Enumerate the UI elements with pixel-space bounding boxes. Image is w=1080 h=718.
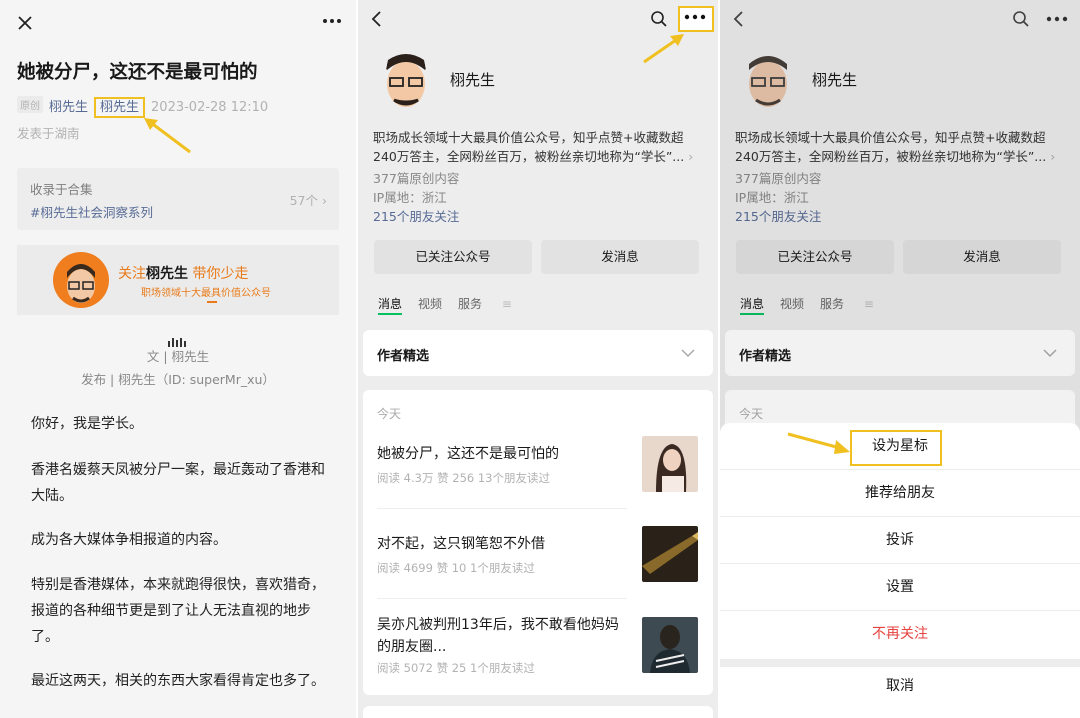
original-count: 377篇原创内容 xyxy=(373,171,460,186)
author-link[interactable]: 栩先生 xyxy=(49,100,88,115)
action-sheet-panel: 栩先生 职场成长领域十大最具价值公众号，知乎点赞+收藏数超 240万答主，全网粉丝… xyxy=(720,0,1080,718)
article-list: 今天 她被分尸，这还不是最可怕的 阅读 4.3万 赞 256 13个朋友读过 对… xyxy=(363,390,713,695)
article-title[interactable]: 吴亦凡被判刑13年后，我不敢看他妈妈的朋友圈... xyxy=(377,614,627,658)
more-icon[interactable] xyxy=(322,18,342,24)
divider xyxy=(377,598,627,599)
banner-headline: 关注栩先生 带你少走 xyxy=(118,266,249,282)
article-stats: 阅读 5072 赞 25 1个朋友读过 xyxy=(377,661,535,675)
paragraph: 最近这两天，相关的东西大家看得肯定也多了。 xyxy=(31,673,325,689)
divider xyxy=(207,301,217,303)
banner-subtitle: 职场领域十大最具价值公众号 xyxy=(141,288,271,299)
more-icon[interactable] xyxy=(684,14,706,20)
featured-card[interactable]: 作者精选 xyxy=(363,330,713,376)
cancel-button[interactable]: 取消 xyxy=(720,663,1080,709)
collection-count: 57个 › xyxy=(289,193,327,208)
close-icon[interactable] xyxy=(17,15,33,31)
account-name: 栩先生 xyxy=(450,71,496,89)
tab-messages[interactable]: 消息 xyxy=(378,297,403,315)
featured-title: 作者精选 xyxy=(377,349,430,364)
divider xyxy=(377,508,627,509)
account-name-link[interactable]: 栩先生 xyxy=(94,97,146,118)
date-header: 今天 xyxy=(377,407,402,421)
byline-publish: 发布 | 栩先生（ID: superMr_xu） xyxy=(81,372,275,387)
follow-banner: 关注栩先生 带你少走 职场领域十大最具价值公众号 xyxy=(17,245,339,315)
report-option[interactable]: 投诉 xyxy=(720,517,1080,564)
profile-tabs: 消息 视频 服务 ≡ xyxy=(378,295,544,315)
tab-services[interactable]: 服务 ≡ xyxy=(458,297,528,311)
article-stats: 阅读 4699 赞 10 1个朋友读过 xyxy=(377,561,535,575)
article-thumbnail[interactable] xyxy=(642,436,698,492)
avatar xyxy=(53,252,109,308)
article-meta: 原创 栩先生 栩先生 2023-02-28 12:10 xyxy=(17,96,269,118)
publish-location: 发表于湖南 xyxy=(17,126,80,141)
profile-panel: 栩先生 职场成长领域十大最具价值公众号，知乎点赞+收藏数超 240万答主，全网粉丝… xyxy=(358,0,718,718)
tab-videos[interactable]: 视频 xyxy=(418,297,442,311)
article-thumbnail[interactable] xyxy=(642,526,698,582)
followed-button[interactable]: 已关注公众号 xyxy=(374,240,532,274)
settings-option[interactable]: 设置 xyxy=(720,564,1080,611)
unfollow-option[interactable]: 不再关注 xyxy=(720,611,1080,657)
chevron-down-icon xyxy=(681,349,695,358)
message-button[interactable]: 发消息 xyxy=(541,240,699,274)
audio-bars-icon xyxy=(168,328,188,347)
recommend-option[interactable]: 推荐给朋友 xyxy=(720,470,1080,517)
article-title: 她被分尸，这还不是最可怕的 xyxy=(17,62,258,83)
chevron-right-icon: › xyxy=(688,149,694,164)
collection-name: #栩先生社会洞察系列 xyxy=(30,205,153,220)
paragraph: 香港名媛蔡天凤被分尸一案，最近轰动了香港和大陆。 xyxy=(31,462,325,504)
highlight-box xyxy=(850,430,942,466)
article-panel: 她被分尸，这还不是最可怕的 原创 栩先生 栩先生 2023-02-28 12:10 发… xyxy=(0,0,356,718)
search-icon[interactable] xyxy=(650,10,668,28)
annotation-arrow xyxy=(787,432,850,454)
paragraph: 你好，我是学长。 xyxy=(31,416,143,432)
collection-label: 收录于合集 xyxy=(30,182,93,197)
back-icon[interactable] xyxy=(370,10,382,28)
chevron-right-icon: › xyxy=(322,193,327,208)
collection-card[interactable]: 收录于合集 #栩先生社会洞察系列 57个 › xyxy=(17,168,339,230)
byline-author: 文 | 栩先生 xyxy=(146,349,210,364)
article-thumbnail[interactable] xyxy=(642,617,698,673)
annotation-arrow xyxy=(144,118,191,154)
article-title[interactable]: 她被分尸，这还不是最可怕的 xyxy=(377,443,627,465)
paragraph: 特别是香港媒体，本来就跑得很快，喜欢猎奇，报道的各种细节更是到了让人无法直视的地… xyxy=(31,577,325,645)
account-description[interactable]: 职场成长领域十大最具价值公众号，知乎点赞+收藏数超 240万答主，全网粉丝百万，被… xyxy=(373,128,697,166)
paragraph: 成为各大媒体争相报道的内容。 xyxy=(31,532,227,548)
ip-location: IP属地：浙江 xyxy=(373,190,447,205)
menu-icon: ≡ xyxy=(501,297,512,311)
avatar xyxy=(386,54,426,107)
more-card xyxy=(363,706,713,718)
original-tag: 原创 xyxy=(17,96,43,113)
friends-following[interactable]: 215个朋友关注 xyxy=(373,206,459,225)
annotation-arrow xyxy=(643,34,684,64)
article-title[interactable]: 对不起，这只钢笔恕不外借 xyxy=(377,533,627,555)
publish-date: 2023-02-28 12:10 xyxy=(151,100,269,115)
article-stats: 阅读 4.3万 赞 256 13个朋友读过 xyxy=(377,471,550,485)
action-sheet: 设为星标 推荐给朋友 投诉 设置 不再关注 取消 xyxy=(720,423,1080,718)
